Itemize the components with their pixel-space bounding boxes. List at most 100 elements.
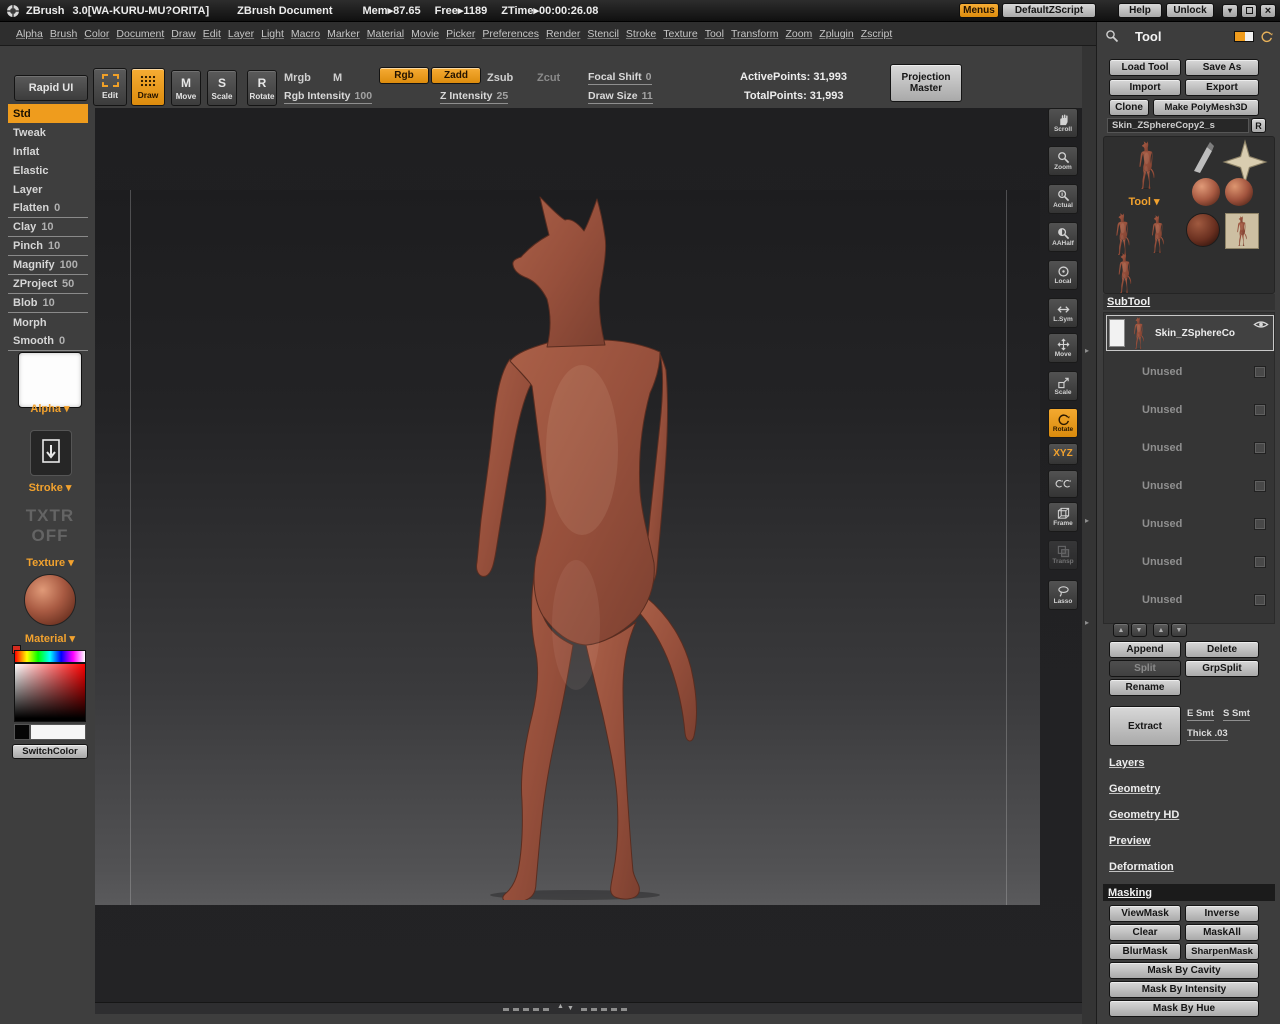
alpha-thumbnail[interactable]: [18, 352, 82, 408]
brush-layer[interactable]: Layer: [8, 180, 88, 199]
projection-master-button[interactable]: Projection Master: [890, 64, 962, 102]
subtool-item-unused[interactable]: Unused: [1106, 505, 1274, 543]
brush-std[interactable]: Std: [8, 104, 88, 123]
menus-button[interactable]: Menus: [959, 3, 999, 18]
local-button[interactable]: Local: [1048, 260, 1078, 290]
clone-button[interactable]: Clone: [1109, 99, 1149, 116]
zoom-button[interactable]: Zoom: [1048, 146, 1078, 176]
append-button[interactable]: Append: [1109, 641, 1181, 658]
brush-blob[interactable]: Blob 10: [8, 294, 88, 313]
subtool-item-unused[interactable]: Unused: [1106, 467, 1274, 505]
menu-stencil[interactable]: Stencil: [587, 28, 619, 40]
section-geometry-hd[interactable]: Geometry HD: [1109, 809, 1179, 821]
rgb-toggle[interactable]: Rgb: [379, 67, 429, 84]
brush-smooth[interactable]: Smooth 0: [8, 332, 88, 351]
panel-divider[interactable]: ▸ ▸ ▸: [1082, 46, 1096, 1024]
help-button[interactable]: Help: [1118, 3, 1162, 18]
tool-thumb-creature2[interactable]: [1108, 213, 1138, 255]
subtool-slot-checkbox[interactable]: [1254, 594, 1266, 606]
actual-button[interactable]: Actual: [1048, 184, 1078, 214]
material-thumbnail[interactable]: [24, 574, 76, 626]
clear-button[interactable]: Clear: [1109, 924, 1181, 941]
brush-elastic[interactable]: Elastic: [8, 161, 88, 180]
restore-window-button[interactable]: [1241, 3, 1257, 18]
default-zscript-button[interactable]: DefaultZScript: [1002, 3, 1096, 18]
switch-color-button[interactable]: SwitchColor: [12, 744, 88, 759]
brush-pinch[interactable]: Pinch 10: [8, 237, 88, 256]
menu-tool[interactable]: Tool: [705, 28, 724, 40]
brush-magnify[interactable]: Magnify 100: [8, 256, 88, 275]
brush-zproject[interactable]: ZProject 50: [8, 275, 88, 294]
sharpenmask-button[interactable]: SharpenMask: [1185, 943, 1259, 960]
masking-header[interactable]: Masking: [1103, 884, 1275, 901]
subtool-move-down-button[interactable]: ▼: [1131, 623, 1147, 637]
menu-render[interactable]: Render: [546, 28, 580, 40]
load-tool-button[interactable]: Load Tool: [1109, 59, 1181, 76]
xyz-button[interactable]: XYZ: [1048, 443, 1078, 465]
section-layers[interactable]: Layers: [1109, 757, 1144, 769]
scroll-down-arrow-icon[interactable]: ▼: [567, 1005, 574, 1012]
subtool-next-button[interactable]: ▼: [1171, 623, 1187, 637]
tool-thumb-sphere-dark[interactable]: [1186, 213, 1220, 247]
menu-macro[interactable]: Macro: [291, 28, 320, 40]
visibility-eye-icon[interactable]: [1253, 319, 1269, 330]
rgb-intensity-slider[interactable]: Rgb Intensity 100: [284, 90, 373, 104]
tool-thumb-sphere1[interactable]: [1192, 178, 1220, 206]
material-dropdown[interactable]: Material ▾: [8, 632, 92, 645]
subtool-slot-checkbox[interactable]: [1254, 480, 1266, 492]
delete-button[interactable]: Delete: [1185, 641, 1259, 658]
tool-thumb-creature4[interactable]: [1110, 253, 1140, 293]
brush-morph[interactable]: Morph: [8, 313, 88, 332]
draw-size-slider[interactable]: Draw Size 11: [588, 90, 653, 104]
z-intensity-slider[interactable]: Z Intensity 25: [440, 90, 509, 104]
section-deformation[interactable]: Deformation: [1109, 861, 1174, 873]
menu-preferences[interactable]: Preferences: [482, 28, 539, 40]
e-smt-toggle[interactable]: E Smt: [1187, 708, 1214, 721]
m-toggle[interactable]: M: [333, 72, 342, 84]
subtool-item-active[interactable]: Skin_ZSphereCo: [1106, 315, 1274, 351]
focal-shift-slider[interactable]: Focal Shift 0: [588, 71, 652, 85]
subtool-slot-checkbox[interactable]: [1254, 556, 1266, 568]
subtool-item-unused[interactable]: Unused: [1106, 581, 1274, 619]
move-gyro-button[interactable]: Move: [1048, 333, 1078, 363]
tool-thumb-sphere2[interactable]: [1225, 178, 1253, 206]
scale-gyro-button[interactable]: Scale: [1048, 371, 1078, 401]
menu-zoom[interactable]: Zoom: [785, 28, 812, 40]
subtool-prev-button[interactable]: ▲: [1153, 623, 1169, 637]
lasso-button[interactable]: Lasso: [1048, 580, 1078, 610]
close-window-button[interactable]: ×: [1260, 3, 1276, 18]
menu-transform[interactable]: Transform: [731, 28, 778, 40]
menu-stroke[interactable]: Stroke: [626, 28, 656, 40]
brush-clay[interactable]: Clay 10: [8, 218, 88, 237]
rotate-gyro-button[interactable]: Rotate: [1048, 408, 1078, 438]
brush-inflat[interactable]: Inflat: [8, 142, 88, 161]
subtool-slot-checkbox[interactable]: [1254, 442, 1266, 454]
menu-zscript[interactable]: Zscript: [861, 28, 893, 40]
viewmask-button[interactable]: ViewMask: [1109, 905, 1181, 922]
menu-document[interactable]: Document: [116, 28, 164, 40]
rapid-ui-button[interactable]: Rapid UI: [14, 75, 88, 101]
scale-button[interactable]: S Scale: [207, 70, 237, 106]
subtool-paint-indicator[interactable]: [1109, 319, 1125, 347]
zadd-toggle[interactable]: Zadd: [431, 67, 481, 84]
hue-bar[interactable]: [14, 650, 86, 663]
menu-texture[interactable]: Texture: [663, 28, 697, 40]
subtool-header[interactable]: SubTool: [1103, 294, 1275, 310]
inverse-button[interactable]: Inverse: [1185, 905, 1259, 922]
frame-button[interactable]: Frame: [1048, 502, 1078, 532]
tool-thumb-current-creature[interactable]: [1130, 141, 1164, 189]
brush-tweak[interactable]: Tweak: [8, 123, 88, 142]
split-button[interactable]: Split: [1109, 660, 1181, 677]
s-smt-toggle[interactable]: S Smt: [1223, 708, 1250, 721]
subtool-move-up-button[interactable]: ▲: [1113, 623, 1129, 637]
scroll-up-arrow-icon[interactable]: ▲: [557, 1003, 564, 1010]
blurmask-button[interactable]: BlurMask: [1109, 943, 1181, 960]
canvas-area[interactable]: Scroll Zoom Actual AAHalf Local L.Sym Mo…: [95, 108, 1082, 1014]
draw-button[interactable]: Draw: [131, 68, 165, 106]
main-color-swatch[interactable]: [14, 724, 30, 740]
section-preview[interactable]: Preview: [1109, 835, 1151, 847]
mask-by-cavity-button[interactable]: Mask By Cavity: [1109, 962, 1259, 979]
menu-brush[interactable]: Brush: [50, 28, 77, 40]
lsym-button[interactable]: L.Sym: [1048, 298, 1078, 328]
menu-material[interactable]: Material: [367, 28, 404, 40]
